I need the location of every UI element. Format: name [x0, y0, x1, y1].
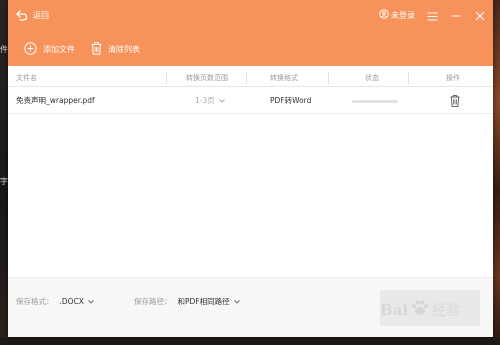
table-row: 免责声明_wrapper.pdf 1-3页 PDF转Word: [8, 88, 493, 114]
save-format-select[interactable]: .DOCX: [60, 297, 94, 306]
back-button[interactable]: 返回: [16, 7, 49, 23]
minimize-icon: [451, 6, 461, 25]
save-format-value: .DOCX: [59, 296, 84, 306]
column-divider: [408, 72, 409, 84]
user-icon: [379, 9, 389, 21]
column-header-status: 状态: [365, 74, 379, 82]
page-range-value: 1-3页: [195, 96, 215, 105]
close-icon: [475, 6, 485, 25]
menu-icon: [427, 6, 438, 25]
clear-list-label: 清除列表: [108, 44, 140, 54]
desktop-background-bottom: [0, 337, 500, 345]
paw-icon: [410, 298, 430, 322]
user-login-label: 未登录: [391, 10, 415, 20]
delete-file-button[interactable]: [450, 95, 460, 109]
convert-format: PDF转Word: [270, 96, 312, 105]
plus-circle-icon: [24, 41, 37, 57]
menu-button[interactable]: [425, 8, 439, 22]
save-path-field: 保存路径： 和PDF相同路径: [134, 294, 240, 308]
watermark-brand: Bai: [380, 301, 409, 319]
watermark-suffix: 经验: [432, 303, 461, 319]
chevron-down-icon: [88, 297, 94, 306]
table-header: 文件名 转换页数范围 转换格式 状态 操作: [8, 69, 493, 87]
clear-list-button[interactable]: 清除列表: [91, 41, 140, 57]
title-bar: 返回 未登录 添加文件 清除列表: [8, 0, 493, 66]
desktop-background-right: [493, 0, 500, 345]
column-header-format: 转换格式: [270, 74, 298, 82]
column-divider: [166, 72, 167, 84]
trash-icon: [450, 95, 460, 107]
minimize-button[interactable]: [449, 8, 463, 22]
desktop-edge-text: 件: [0, 45, 8, 54]
chevron-down-icon: [233, 297, 240, 306]
back-label: 返回: [33, 10, 49, 20]
save-format-field: 保存格式： .DOCX: [16, 294, 94, 308]
column-header-filename: 文件名: [16, 74, 37, 82]
add-file-label: 添加文件: [43, 44, 75, 54]
window-controls: 未登录: [379, 6, 487, 24]
close-button[interactable]: [473, 8, 487, 22]
save-path-select[interactable]: 和PDF相同路径: [178, 296, 240, 307]
page-range-select[interactable]: 1-3页: [195, 88, 225, 114]
baidu-jingyan-watermark: Bai 经验: [380, 288, 490, 332]
toolbar: 添加文件 清除列表: [24, 40, 140, 58]
desktop-edge-text: 字: [0, 177, 8, 186]
chevron-down-icon: [218, 88, 225, 114]
save-path-label: 保存路径：: [134, 296, 172, 306]
conversion-progress-bar: [352, 100, 398, 103]
save-format-label: 保存格式：: [16, 296, 54, 306]
column-divider: [328, 72, 329, 84]
back-arrow-icon: [16, 9, 28, 21]
column-header-page-range: 转换页数范围: [186, 74, 228, 82]
converter-window: 返回 未登录 添加文件 清除列表 文件名 转换页数范围 转换格式 状态 操作 免…: [8, 0, 493, 337]
column-header-actions: 操作: [446, 74, 460, 82]
user-login-button[interactable]: 未登录: [379, 9, 415, 21]
save-path-value: 和PDF相同路径: [177, 296, 230, 306]
file-name: 免责声明_wrapper.pdf: [16, 96, 95, 105]
trash-icon: [91, 41, 102, 57]
column-divider: [246, 72, 247, 84]
add-file-button[interactable]: 添加文件: [24, 41, 75, 57]
